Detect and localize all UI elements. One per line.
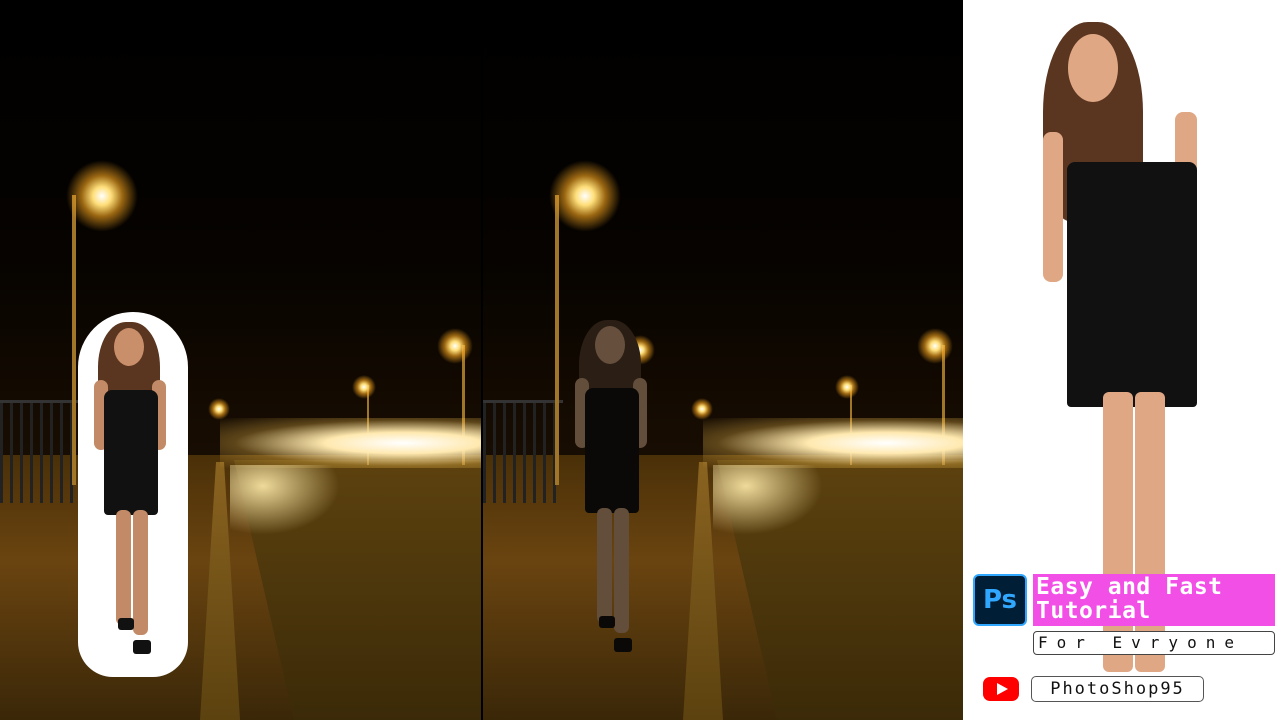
street-lamp-light [66, 160, 138, 232]
left-panel-image [0, 0, 481, 720]
shoe [599, 616, 615, 628]
leg [1135, 392, 1165, 672]
light-trail [703, 418, 963, 468]
photoshop-logo-icon: Ps [973, 574, 1027, 626]
railing [0, 400, 80, 503]
night-street-scene [483, 0, 963, 720]
subtitle-badge: For Evryone [1033, 631, 1275, 655]
street-lamp-light [691, 398, 713, 420]
shoe [118, 618, 134, 630]
railing [483, 400, 563, 503]
leg [116, 510, 131, 625]
street-lamp-light [437, 328, 473, 364]
street-lamp-pole [555, 195, 559, 485]
face [1068, 34, 1118, 102]
leg [133, 510, 148, 635]
arm [1043, 132, 1063, 282]
tutorial-title-badge: Easy and Fast Tutorial [1033, 574, 1275, 626]
shoe [614, 638, 632, 652]
street-lamp-light [917, 328, 953, 364]
street-lamp-light [208, 398, 230, 420]
leg [614, 508, 629, 633]
headlight-glow [713, 465, 823, 535]
title-line-2: Tutorial [1036, 598, 1151, 624]
light-trail [220, 418, 481, 468]
leg [1103, 392, 1133, 672]
face [114, 328, 144, 366]
street-lamp-light [352, 375, 376, 399]
black-dress [585, 388, 639, 513]
middle-panel-image [483, 0, 963, 720]
face [595, 326, 625, 364]
street-lamp-pole [72, 195, 76, 485]
channel-name-badge: PhotoShop95 [1031, 676, 1204, 702]
shoe [133, 640, 151, 654]
street-lamp-light [835, 375, 859, 399]
youtube-icon [983, 677, 1019, 701]
title-line-1: Easy and Fast [1036, 574, 1223, 600]
leg [597, 508, 612, 623]
black-dress [104, 390, 158, 515]
black-dress [1067, 162, 1197, 407]
headlight-glow [230, 465, 340, 535]
street-lamp-light [549, 160, 621, 232]
night-street-scene [0, 0, 481, 720]
